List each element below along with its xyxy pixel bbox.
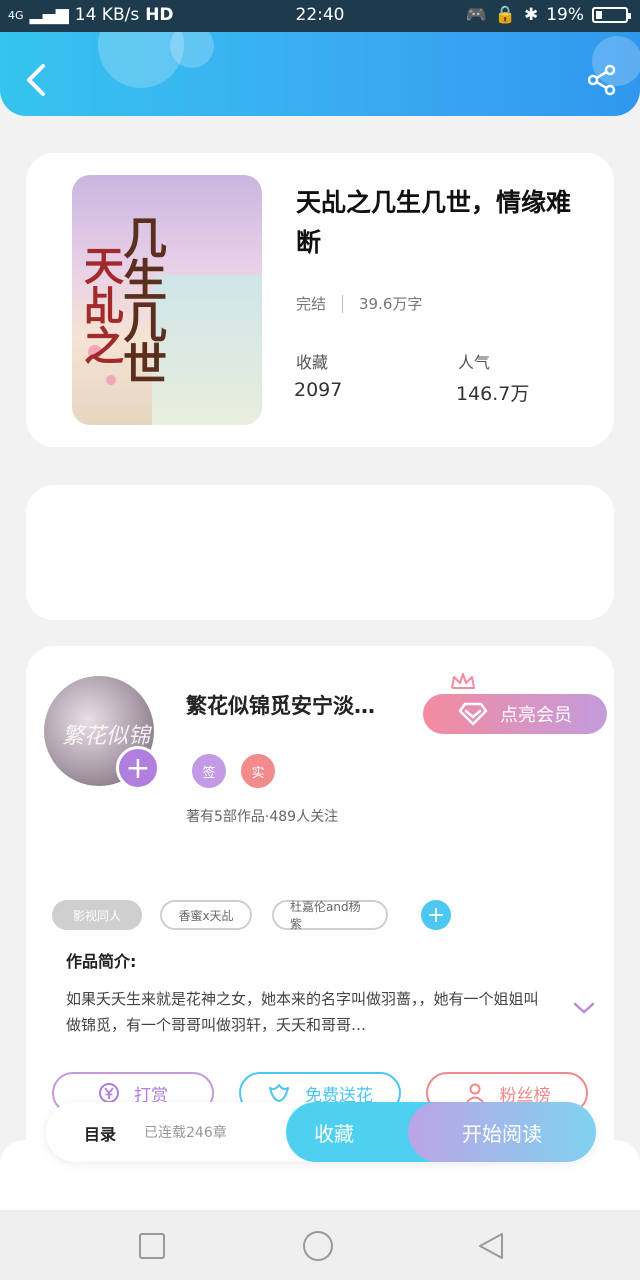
back-arrow-icon — [27, 64, 45, 96]
decor-bubble — [170, 32, 214, 68]
chevron-down-icon[interactable] — [572, 1000, 596, 1016]
back-button[interactable] — [16, 60, 56, 100]
word-count: 39.6万字 — [359, 295, 423, 313]
book-title: 天乩之几生几世，情缘难断 — [296, 188, 572, 257]
author-name[interactable]: 繁花似锦觅安宁淡… — [186, 690, 416, 720]
cover-painting — [152, 275, 262, 425]
status-bar: 4G ▂▄▆ 14 KB/s HD 22:40 🎮 🔒 ✱ 19% — [0, 0, 640, 32]
author-card: 繁花似锦 + 繁花似锦觅安宁淡… 点亮会员 签 实 著有5部作品·489人关注 … — [26, 646, 614, 1166]
blank-card — [26, 485, 614, 620]
status-right: 🎮 🔒 ✱ 19% — [465, 5, 631, 25]
bluetooth-icon: ✱ — [523, 5, 539, 25]
tag-item[interactable]: 香蜜x天乩 — [160, 900, 252, 930]
tag-item[interactable]: 影视同人 — [52, 900, 142, 930]
share-button[interactable] — [582, 60, 622, 100]
yen-icon — [99, 1083, 119, 1103]
tag-item[interactable]: 杜嘉伦and杨紫 — [272, 900, 388, 931]
battery-icon — [592, 7, 631, 23]
user-icon — [465, 1083, 484, 1103]
header — [0, 32, 640, 116]
start-reading-button[interactable]: 开始阅读 — [408, 1102, 596, 1162]
vip-button[interactable]: 点亮会员 — [423, 694, 607, 734]
system-nav-bar — [0, 1210, 640, 1280]
battery-percent: 19% — [546, 5, 584, 25]
serial-status[interactable]: 已连载246章 — [144, 1122, 227, 1142]
signed-badge: 签 — [192, 754, 226, 788]
intro-text: 如果夭夭生来就是花神之女，她本来的名字叫做羽蔷，，她有一个姐姐叫做锦觅，有一个哥… — [66, 990, 539, 1034]
lock-icon: 🔒 — [494, 5, 516, 25]
crown-icon — [451, 673, 475, 689]
favorites-label: 收藏 — [296, 353, 329, 372]
square-icon[interactable] — [136, 1230, 168, 1262]
meta-divider — [342, 294, 344, 313]
diamond-icon — [458, 702, 488, 726]
book-meta: 完结 39.6万字 — [296, 293, 422, 314]
action-bar: 目录 已连载246章 收藏 开始阅读 — [46, 1102, 596, 1162]
cover-title-main: 几生几世 — [115, 215, 166, 383]
popularity-value: 146.7万 — [456, 383, 530, 405]
plus-icon: + — [125, 750, 151, 786]
book-status: 完结 — [296, 295, 327, 313]
plus-icon: + — [426, 902, 446, 928]
share-icon — [587, 64, 616, 96]
gamepad-icon: 🎮 — [465, 5, 487, 25]
favorites-value: 2097 — [294, 379, 343, 401]
triangle-back-icon[interactable] — [474, 1230, 506, 1262]
follow-button[interactable]: + — [116, 746, 160, 790]
flower-icon — [269, 1084, 289, 1102]
verified-badge: 实 — [241, 754, 275, 788]
cover-title-side: 天乩之 — [77, 245, 124, 365]
intro-label: 作品简介: — [66, 952, 137, 971]
toc-button[interactable]: 目录 — [84, 1121, 116, 1145]
author-stats: 著有5部作品·489人关注 — [186, 809, 339, 825]
book-info-card: 天乩之 几生几世 天乩之几生几世，情缘难断 完结 39.6万字 收藏 2097 … — [26, 153, 614, 447]
circle-icon[interactable] — [302, 1230, 334, 1262]
popularity-label: 人气 — [458, 353, 491, 372]
vip-label: 点亮会员 — [500, 705, 572, 726]
add-tag-button[interactable]: + — [421, 900, 451, 930]
book-cover[interactable]: 天乩之 几生几世 — [72, 175, 262, 425]
